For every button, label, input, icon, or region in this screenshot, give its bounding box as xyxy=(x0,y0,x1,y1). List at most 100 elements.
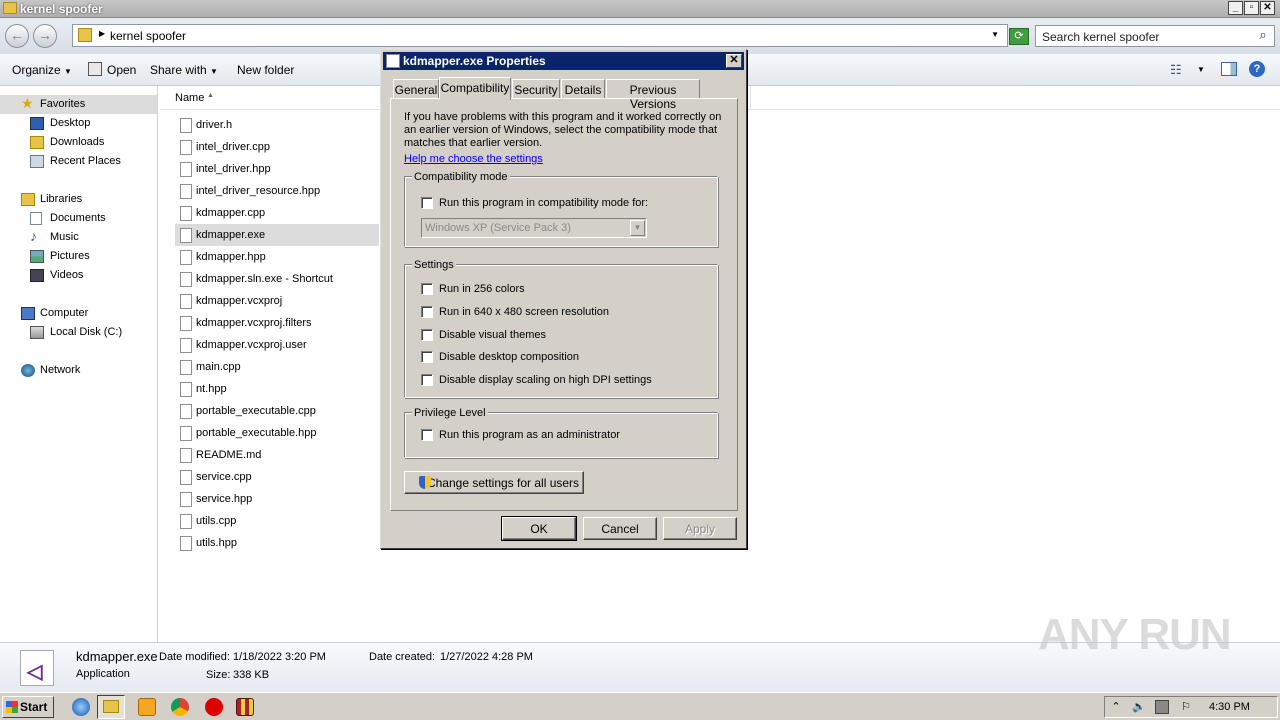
media-player-icon[interactable] xyxy=(138,698,156,716)
explorer-taskbar-button[interactable] xyxy=(97,695,125,719)
dialog-close-button[interactable]: ✕ xyxy=(726,54,742,68)
application-icon xyxy=(386,54,400,68)
new-folder-button[interactable]: New folder xyxy=(237,63,294,77)
setting-desktop-composition-checkbox[interactable] xyxy=(421,351,433,363)
nav-documents[interactable]: Documents xyxy=(0,209,157,228)
setting-dpi-scaling-checkbox[interactable] xyxy=(421,374,433,386)
start-button[interactable]: Start xyxy=(2,696,54,718)
nav-computer[interactable]: Computer xyxy=(0,304,157,323)
tab-compatibility[interactable]: Compatibility xyxy=(439,77,511,100)
nav-pictures[interactable]: Pictures xyxy=(0,247,157,266)
share-with-label: Share with xyxy=(150,63,207,77)
search-input[interactable]: Search kernel spoofer ⌕ xyxy=(1035,25,1275,47)
organize-button[interactable]: Organize ▼ xyxy=(12,63,72,77)
share-with-button[interactable]: Share with ▼ xyxy=(150,63,218,77)
chrome-icon[interactable] xyxy=(171,698,189,716)
nav-recent-places[interactable]: Recent Places xyxy=(0,152,157,171)
run-as-admin-checkbox[interactable] xyxy=(421,429,433,441)
change-settings-all-users-button[interactable]: Change settings for all users xyxy=(404,471,584,494)
file-name: main.cpp xyxy=(196,361,241,373)
tab-general[interactable]: General xyxy=(393,79,439,99)
file-name: intel_driver.hpp xyxy=(196,163,271,175)
nav-favorites[interactable]: ★ Favorites xyxy=(0,95,157,114)
nav-local-disk[interactable]: Local Disk (C:) xyxy=(0,323,157,342)
address-bar[interactable]: ▶ kernel spoofer ▼ xyxy=(72,24,1008,47)
tab-security[interactable]: Security xyxy=(512,79,560,99)
file-row[interactable]: service.cpp xyxy=(175,466,379,488)
column-divider[interactable] xyxy=(750,86,751,110)
dialog-title-bar[interactable]: kdmapper.exe Properties ✕ xyxy=(383,52,744,70)
nav-music[interactable]: ♪ Music xyxy=(0,228,157,247)
file-row[interactable]: kdmapper.vcxproj.user xyxy=(175,334,379,356)
preview-pane-icon[interactable] xyxy=(1221,62,1237,76)
refresh-button[interactable]: ⟳ xyxy=(1009,28,1029,45)
file-icon xyxy=(180,470,192,485)
help-link[interactable]: Help me choose the settings xyxy=(404,153,543,165)
chevron-down-icon[interactable]: ▼ xyxy=(991,30,999,39)
application-icon: ◁ xyxy=(20,650,54,686)
nav-downloads[interactable]: Downloads xyxy=(0,133,157,152)
file-row[interactable]: intel_driver_resource.hpp xyxy=(175,180,379,202)
close-button[interactable]: ✕ xyxy=(1260,1,1275,15)
compat-mode-checkbox[interactable] xyxy=(421,197,433,209)
file-row[interactable]: intel_driver.cpp xyxy=(175,136,379,158)
volume-icon[interactable]: 🔈 xyxy=(1132,700,1146,714)
downloads-icon xyxy=(30,136,44,149)
nav-libraries[interactable]: Libraries xyxy=(0,190,157,209)
setting-visual-themes-checkbox[interactable] xyxy=(421,329,433,341)
file-row[interactable]: kdmapper.exe xyxy=(175,224,379,246)
forward-button[interactable]: → xyxy=(33,24,57,48)
file-row[interactable]: service.hpp xyxy=(175,488,379,510)
internet-explorer-icon[interactable] xyxy=(72,698,90,716)
tray-expand-icon[interactable]: ⌃ xyxy=(1109,700,1123,714)
file-row[interactable]: README.md xyxy=(175,444,379,466)
file-row[interactable]: utils.hpp xyxy=(175,532,379,554)
winrar-icon[interactable] xyxy=(236,698,254,716)
file-row[interactable]: kdmapper.hpp xyxy=(175,246,379,268)
desktop-icon xyxy=(30,117,44,130)
file-row[interactable]: kdmapper.vcxproj.filters xyxy=(175,312,379,334)
minimize-button[interactable]: _ xyxy=(1228,1,1243,15)
file-row[interactable]: utils.cpp xyxy=(175,510,379,532)
nav-videos[interactable]: Videos xyxy=(0,266,157,285)
chevron-down-icon[interactable]: ▼ xyxy=(1197,65,1205,74)
back-button[interactable]: ← xyxy=(5,24,29,48)
action-center-flag-icon[interactable]: ⚐ xyxy=(1179,700,1193,714)
help-icon[interactable]: ? xyxy=(1249,61,1265,77)
opera-icon[interactable] xyxy=(205,698,223,716)
file-row[interactable]: intel_driver.hpp xyxy=(175,158,379,180)
column-name[interactable]: Name xyxy=(175,92,204,104)
apply-button[interactable]: Apply xyxy=(663,517,737,540)
view-options-icon[interactable]: ☷ xyxy=(1170,62,1182,78)
file-row[interactable]: main.cpp xyxy=(175,356,379,378)
search-icon[interactable]: ⌕ xyxy=(1254,27,1272,45)
tab-details[interactable]: Details xyxy=(561,79,605,99)
detail-modified-value: 1/18/2022 3:20 PM xyxy=(233,651,326,663)
file-row[interactable]: kdmapper.cpp xyxy=(175,202,379,224)
explorer-title-bar: kernel spoofer _ ▫ ✕ xyxy=(0,0,1280,18)
file-row[interactable]: kdmapper.vcxproj xyxy=(175,290,379,312)
chevron-right-icon[interactable]: ▶ xyxy=(99,29,105,38)
setting-640x480-checkbox[interactable] xyxy=(421,306,433,318)
clock[interactable]: 4:30 PM xyxy=(1209,701,1250,713)
file-row[interactable]: portable_executable.cpp xyxy=(175,400,379,422)
cancel-button[interactable]: Cancel xyxy=(583,517,657,540)
file-row[interactable]: portable_executable.hpp xyxy=(175,422,379,444)
detail-modified-label: Date modified: xyxy=(159,651,230,663)
ok-button[interactable]: OK xyxy=(501,516,577,541)
pictures-icon xyxy=(30,250,44,263)
setting-label: Run in 640 x 480 screen resolution xyxy=(439,306,609,318)
nav-label: Network xyxy=(40,364,81,376)
maximize-button[interactable]: ▫ xyxy=(1244,1,1259,15)
nav-label: Recent Places xyxy=(50,155,121,167)
file-row[interactable]: driver.h xyxy=(175,114,379,136)
file-name: utils.cpp xyxy=(196,515,237,527)
file-row[interactable]: kdmapper.sln.exe - Shortcut xyxy=(175,268,379,290)
setting-256-colors-checkbox[interactable] xyxy=(421,283,433,295)
nav-network[interactable]: Network xyxy=(0,361,157,380)
nav-desktop[interactable]: Desktop xyxy=(0,114,157,133)
file-row[interactable]: nt.hpp xyxy=(175,378,379,400)
network-tray-icon[interactable] xyxy=(1155,700,1169,714)
tab-previous-versions[interactable]: Previous Versions xyxy=(606,79,700,111)
open-button[interactable]: Open xyxy=(107,63,136,77)
